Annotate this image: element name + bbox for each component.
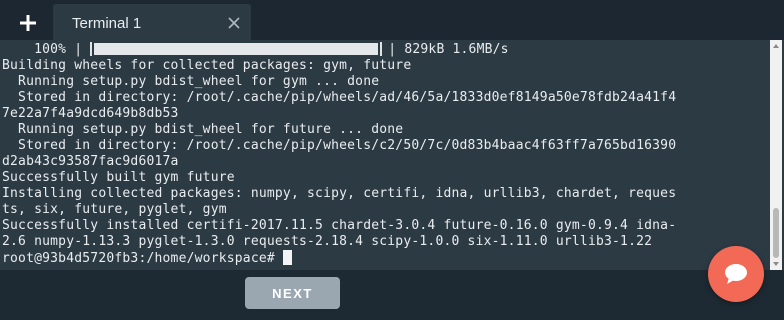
footer-bar: NEXT	[0, 270, 784, 320]
download-progress-bar	[90, 42, 383, 56]
tab-bar: Terminal 1	[0, 0, 784, 44]
terminal-line: 7e22a7f4a9dcd649b8db53	[2, 106, 179, 121]
tab-terminal-1[interactable]: Terminal 1	[53, 4, 251, 44]
terminal-line: Building wheels for collected packages: …	[2, 58, 412, 73]
terminal-line: Successfully installed certifi-2017.11.5…	[2, 218, 677, 233]
terminal-lines: 100% | | 829kB 1.6MB/s Building wheels fo…	[2, 42, 768, 266]
terminal-workspace: Terminal 1 100% | | 829kB 1.6MB/s Buildin…	[0, 0, 784, 320]
scroll-down-arrow-icon[interactable]	[770, 258, 782, 270]
text-cursor	[282, 250, 292, 265]
terminal-line: Successfully built gym future	[2, 170, 235, 185]
close-icon[interactable]	[227, 16, 241, 30]
terminal-line: Running setup.py bdist_wheel for gym ...…	[2, 74, 380, 89]
next-button[interactable]: NEXT	[245, 277, 340, 309]
terminal-line: Installing collected packages: numpy, sc…	[2, 186, 677, 201]
progress-fill	[94, 43, 379, 55]
terminal-output[interactable]: 100% | | 829kB 1.6MB/s Building wheels fo…	[0, 40, 784, 270]
terminal-line: Stored in directory: /root/.cache/pip/wh…	[2, 138, 677, 153]
terminal-line: ts, six, future, pyglet, gym	[2, 202, 227, 217]
plus-icon	[20, 15, 36, 31]
progress-percent: 100% |	[2, 42, 83, 57]
add-tab-button[interactable]	[8, 8, 48, 38]
shell-prompt: root@93b4d5720fb3:/home/workspace#	[2, 251, 275, 266]
scroll-up-arrow-icon[interactable]	[770, 40, 782, 52]
chat-button[interactable]	[708, 246, 764, 302]
prompt-line[interactable]: root@93b4d5720fb3:/home/workspace#	[2, 250, 768, 266]
progress-line: 100% | | 829kB 1.6MB/s	[2, 42, 768, 58]
scrollbar-thumb[interactable]	[773, 208, 779, 258]
progress-speed: | 829kB 1.6MB/s	[388, 42, 509, 57]
tab-label: Terminal 1	[72, 15, 142, 32]
chat-bubble-icon	[725, 264, 747, 284]
terminal-line: d2ab43c93587fac9d6017a	[2, 154, 179, 169]
terminal-line: Running setup.py bdist_wheel for future …	[2, 122, 404, 137]
terminal-scrollbar[interactable]	[770, 40, 782, 270]
terminal-line: 2.6 numpy-1.13.3 pyglet-1.3.0 requests-2…	[2, 234, 653, 249]
terminal-line: Stored in directory: /root/.cache/pip/wh…	[2, 90, 677, 105]
